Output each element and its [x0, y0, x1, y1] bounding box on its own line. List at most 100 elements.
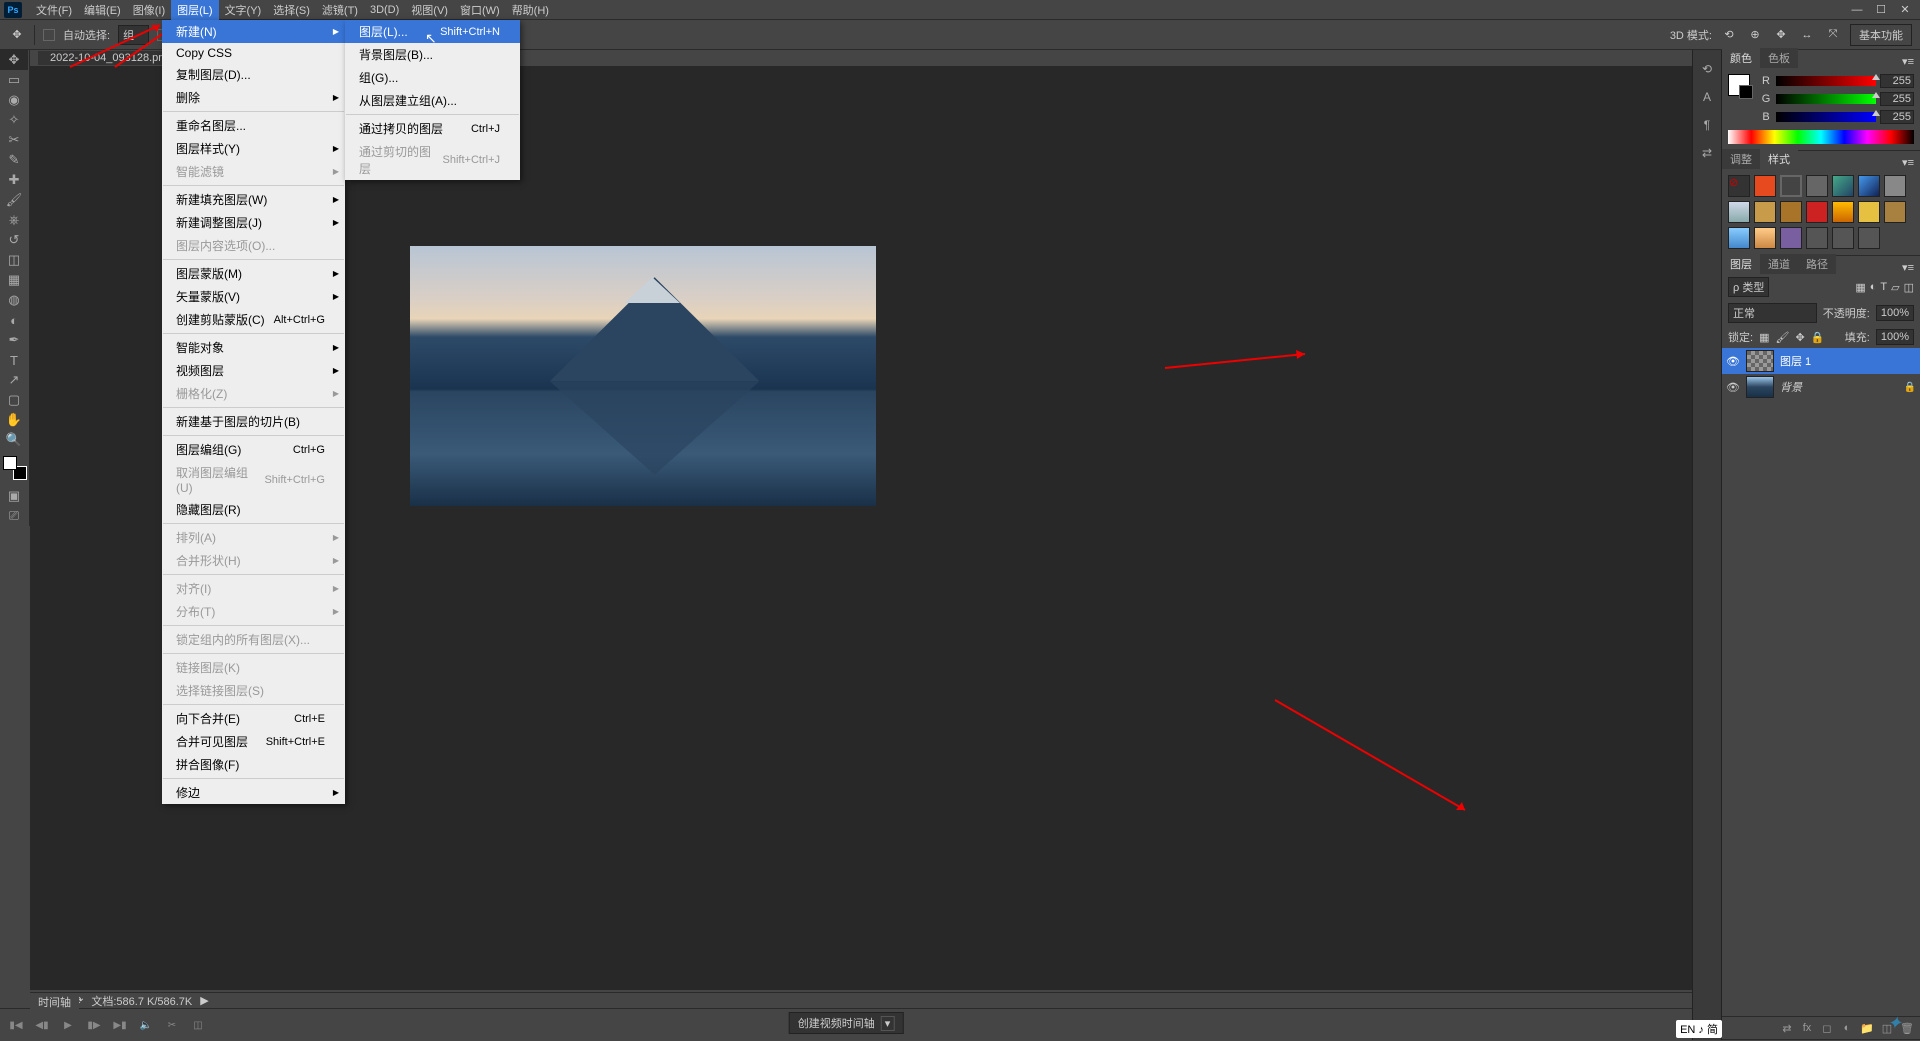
color-tab[interactable]: 颜色 — [1722, 48, 1760, 68]
menu-item[interactable]: 合并可见图层Shift+Ctrl+E — [162, 730, 345, 753]
move-tool[interactable]: ✥ — [0, 50, 28, 70]
menu-item[interactable]: 复制图层(D)... — [162, 63, 345, 86]
menu-help[interactable]: 帮助(H) — [506, 0, 555, 20]
style-swatch[interactable] — [1754, 201, 1776, 223]
layer-thumbnail[interactable] — [1746, 350, 1774, 372]
fill-value[interactable]: 100% — [1876, 329, 1914, 345]
roll-icon[interactable]: ⊕ — [1746, 26, 1764, 44]
menu-item[interactable]: 图层编组(G)Ctrl+G — [162, 438, 345, 461]
style-swatch[interactable] — [1806, 175, 1828, 197]
menu-item[interactable]: 拼合图像(F) — [162, 753, 345, 776]
menu-item[interactable]: 图层蒙版(M) — [162, 262, 345, 285]
menu-window[interactable]: 窗口(W) — [454, 0, 506, 20]
path-tool[interactable]: ↗ — [0, 370, 28, 390]
doc-info[interactable]: 文档:586.7 K/586.7K — [91, 993, 192, 1009]
tl-scissors-icon[interactable]: ✂ — [164, 1017, 180, 1033]
auto-select-dropdown[interactable]: 组 — [118, 25, 149, 45]
blur-tool[interactable]: ◍ — [0, 290, 28, 310]
filter-shape-icon[interactable]: ▱ — [1891, 281, 1899, 294]
tl-play[interactable]: ▶ — [60, 1017, 76, 1033]
style-swatch[interactable] — [1832, 201, 1854, 223]
style-swatch[interactable] — [1806, 201, 1828, 223]
link-layers-icon[interactable]: ⇄ — [1780, 1021, 1794, 1035]
heal-tool[interactable]: ✚ — [0, 170, 28, 190]
layer-row-layer1[interactable]: 👁 图层 1 — [1722, 348, 1920, 374]
gradient-tool[interactable]: ▦ — [0, 270, 28, 290]
tl-next-frame[interactable]: ▮▶ — [86, 1017, 102, 1033]
menu-file[interactable]: 文件(F) — [30, 0, 78, 20]
swatches-tab[interactable]: 色板 — [1760, 48, 1798, 68]
filter-adjust-icon[interactable]: ◐ — [1870, 281, 1877, 294]
style-swatch[interactable] — [1858, 201, 1880, 223]
lock-pos-icon[interactable]: ✥ — [1795, 331, 1804, 344]
filter-smart-icon[interactable]: ◫ — [1904, 281, 1914, 294]
stamp-tool[interactable]: ⎈ — [0, 210, 28, 230]
menu-item[interactable]: 向下合并(E)Ctrl+E — [162, 707, 345, 730]
pen-tool[interactable]: ✒ — [0, 330, 28, 350]
quickmask-button[interactable]: ▣ — [0, 486, 28, 506]
dodge-tool[interactable]: ◐ — [0, 310, 28, 330]
ime-indicator[interactable]: EN ♪ 简 — [1676, 1020, 1722, 1038]
slide-icon[interactable]: ↔ — [1798, 26, 1816, 44]
style-swatch[interactable] — [1884, 201, 1906, 223]
screenmode-button[interactable]: ⎚ — [0, 506, 28, 526]
style-swatch[interactable]: ⊘ — [1728, 175, 1750, 197]
menu-item[interactable]: 隐藏图层(R) — [162, 498, 345, 521]
tl-transition-icon[interactable]: ◫ — [190, 1017, 206, 1033]
delete-layer-icon[interactable]: 🗑 — [1900, 1021, 1914, 1035]
submenu-item[interactable]: 通过拷贝的图层Ctrl+J — [345, 117, 520, 140]
style-swatch[interactable] — [1884, 175, 1906, 197]
b-slider[interactable] — [1776, 112, 1876, 122]
layers-tab[interactable]: 图层 — [1722, 254, 1760, 274]
style-swatch[interactable] — [1832, 175, 1854, 197]
foreground-color-swatch[interactable] — [3, 456, 17, 470]
panel-menu-icon[interactable]: ▾≡ — [1896, 55, 1920, 68]
tl-last-frame[interactable]: ▶▮ — [112, 1017, 128, 1033]
menu-item[interactable]: 新建(N) — [162, 20, 345, 43]
menu-image[interactable]: 图像(I) — [127, 0, 171, 20]
submenu-item[interactable]: 组(G)... — [345, 66, 520, 89]
scale-icon[interactable]: ⤧ — [1824, 26, 1842, 44]
blend-mode-select[interactable]: 正常 — [1728, 303, 1817, 323]
submenu-item[interactable]: 背景图层(B)... — [345, 43, 520, 66]
tl-audio-icon[interactable]: 🔈 — [138, 1017, 154, 1033]
menu-item[interactable]: 矢量蒙版(V) — [162, 285, 345, 308]
workspace-switcher[interactable]: 基本功能 — [1850, 24, 1912, 46]
menu-item[interactable]: Copy CSS — [162, 43, 345, 63]
paths-tab[interactable]: 路径 — [1798, 254, 1836, 274]
create-timeline-button[interactable]: 创建视频时间轴 ▾ — [789, 1012, 904, 1034]
menu-item[interactable]: 创建剪贴蒙版(C)Alt+Ctrl+G — [162, 308, 345, 331]
wand-tool[interactable]: ✧ — [0, 110, 28, 130]
menu-item[interactable]: 智能对象 — [162, 336, 345, 359]
style-swatch[interactable] — [1728, 201, 1750, 223]
properties-icon[interactable]: ⇄ — [1697, 144, 1717, 162]
opacity-value[interactable]: 100% — [1876, 305, 1914, 321]
style-swatch[interactable] — [1858, 175, 1880, 197]
menu-layer[interactable]: 图层(L) — [171, 0, 218, 20]
r-slider[interactable] — [1776, 76, 1876, 86]
marquee-tool[interactable]: ▭ — [0, 70, 28, 90]
layer-kind-filter[interactable]: ρ 类型 — [1728, 277, 1769, 297]
panel-menu-icon[interactable]: ▾≡ — [1896, 261, 1920, 274]
menu-select[interactable]: 选择(S) — [267, 0, 316, 20]
paragraph-icon[interactable]: ¶ — [1697, 116, 1717, 134]
chevron-down-icon[interactable]: ▾ — [881, 1016, 895, 1031]
menu-type[interactable]: 文字(Y) — [219, 0, 268, 20]
menu-item[interactable]: 新建基于图层的切片(B) — [162, 410, 345, 433]
layer-fx-icon[interactable]: fx — [1800, 1021, 1814, 1035]
style-swatch[interactable] — [1728, 227, 1750, 249]
style-swatch[interactable] — [1754, 175, 1776, 197]
lock-all-icon[interactable]: 🔒 — [1811, 331, 1825, 344]
menu-edit[interactable]: 编辑(E) — [78, 0, 127, 20]
menu-item[interactable]: 删除 — [162, 86, 345, 109]
orbit-icon[interactable]: ⟲ — [1720, 26, 1738, 44]
lock-pixel-icon[interactable]: 🖌 — [1775, 331, 1789, 344]
style-swatch[interactable] — [1780, 201, 1802, 223]
new-adjustment-icon[interactable]: ◐ — [1840, 1021, 1854, 1035]
menu-item[interactable]: 修边 — [162, 781, 345, 804]
menu-filter[interactable]: 滤镜(T) — [316, 0, 364, 20]
styles-tab[interactable]: 样式 — [1760, 149, 1798, 169]
tl-prev-frame[interactable]: ◀▮ — [34, 1017, 50, 1033]
style-swatch[interactable] — [1780, 175, 1802, 197]
visibility-icon[interactable]: 👁 — [1726, 355, 1740, 368]
